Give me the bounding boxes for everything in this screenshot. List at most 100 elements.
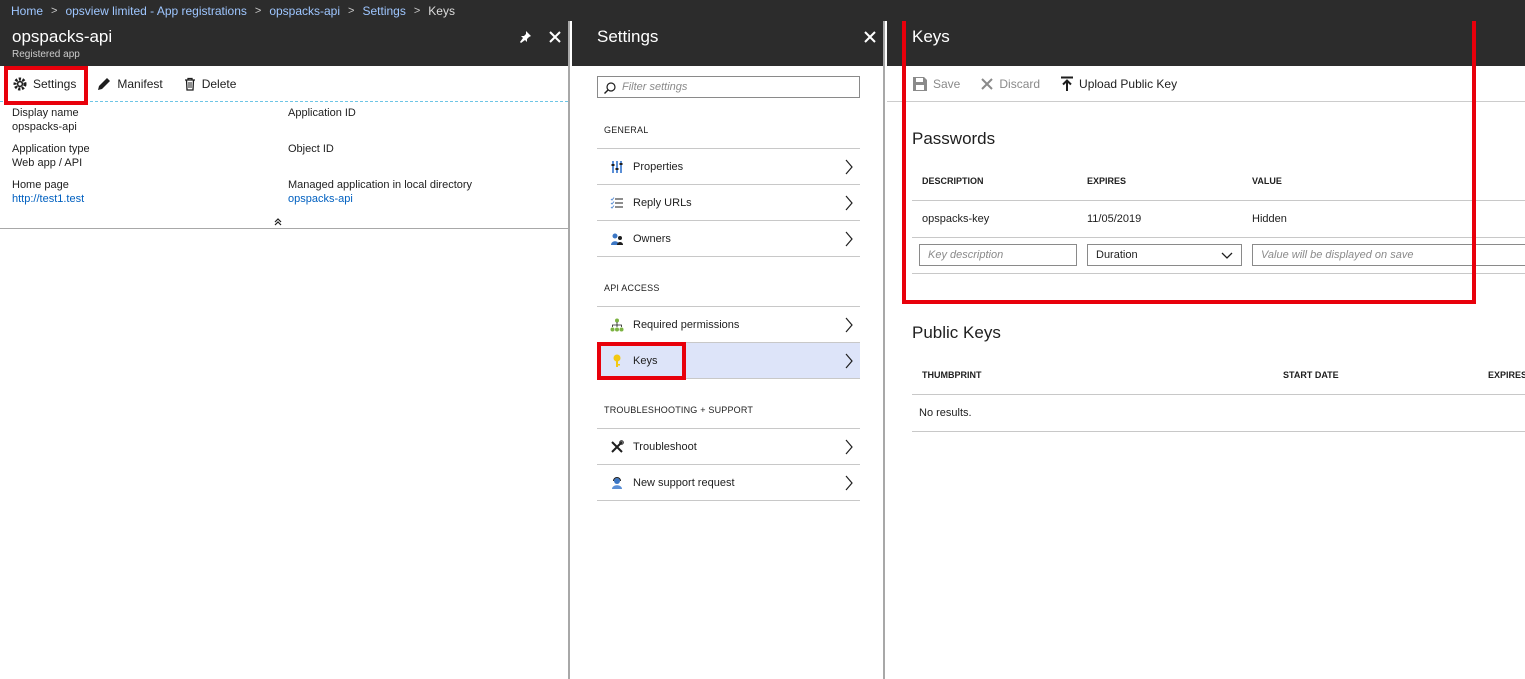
chevron-right-icon <box>844 439 854 458</box>
keys-title: Keys <box>912 27 950 46</box>
sidebar-item-reply-urls[interactable]: Reply URLs <box>597 184 860 220</box>
key-value-placeholder: Value will be displayed on save <box>1261 249 1414 261</box>
breadcrumb-settings[interactable]: Settings <box>362 4 405 18</box>
delete-button-label: Delete <box>201 76 237 91</box>
save-button[interactable]: Save <box>912 76 960 92</box>
managed-app-link[interactable]: opspacks-api <box>288 192 472 206</box>
filter-settings-input[interactable]: Filter settings <box>597 76 860 98</box>
key-value-input[interactable]: Value will be displayed on save <box>1252 244 1525 266</box>
app-id-field: Application ID <box>288 106 356 120</box>
settings-blade-header: Settings <box>572 21 883 66</box>
display-name-field: Display name opspacks-api <box>12 106 79 134</box>
passwords-title: Passwords <box>912 129 996 148</box>
section-troubleshooting: TROUBLESHOOTING + SUPPORT <box>604 405 754 415</box>
managed-app-field: Managed application in local directory o… <box>288 178 472 206</box>
divider <box>597 378 860 379</box>
chevron-down-icon <box>1221 251 1233 263</box>
keys-command-bar: Save Discard Upload Public Key <box>887 66 1525 102</box>
delete-button[interactable]: Delete <box>183 76 237 91</box>
column-header-value: VALUE <box>1252 176 1282 186</box>
divider <box>912 237 1525 238</box>
filter-placeholder: Filter settings <box>622 81 688 93</box>
sidebar-item-owners[interactable]: Owners <box>597 220 860 256</box>
settings-button-label: Settings <box>33 76 77 91</box>
column-header-start-date: START DATE <box>1283 370 1339 380</box>
duration-select[interactable]: Duration <box>1087 244 1242 266</box>
key-value-cell: Hidden <box>1252 213 1287 225</box>
app-type-field: Application type Web app / API <box>12 142 90 170</box>
divider <box>912 200 1525 201</box>
upload-icon <box>1061 76 1074 91</box>
settings-blade: Settings Filter settings GENERAL Propert… <box>572 21 885 679</box>
page-subtitle: Registered app <box>12 49 80 60</box>
app-type-label: Application type <box>12 143 90 155</box>
home-page-label: Home page <box>12 179 69 191</box>
divider <box>912 431 1525 432</box>
sidebar-item-keys[interactable]: Keys <box>597 342 860 378</box>
breadcrumb-home[interactable]: Home <box>11 4 43 18</box>
chevron-right-icon <box>844 353 854 372</box>
app-blade: opspacks-api Registered app Settings Man… <box>0 21 570 679</box>
breadcrumb-app[interactable]: opspacks-api <box>269 4 340 18</box>
upload-public-key-button[interactable]: Upload Public Key <box>1060 76 1177 92</box>
manifest-button-label: Manifest <box>117 76 163 91</box>
essentials-panel: Display name opspacks-api Application ty… <box>0 102 568 229</box>
chevron-right-icon: > <box>51 4 58 17</box>
chevron-right-icon <box>844 231 854 250</box>
sidebar-item-label: Troubleshoot <box>633 440 697 453</box>
display-name-value: opspacks-api <box>12 121 77 133</box>
public-keys-title: Public Keys <box>912 323 1001 342</box>
support-person-icon <box>607 476 627 490</box>
column-header-thumbprint: THUMBPRINT <box>922 370 982 380</box>
column-header-expires: EXPIRES <box>1488 370 1525 380</box>
pin-icon[interactable] <box>516 28 534 46</box>
discard-button-label: Discard <box>999 76 1041 91</box>
home-page-field: Home page http://test1.test <box>12 178 84 206</box>
close-icon <box>981 77 994 90</box>
users-icon <box>607 232 627 246</box>
collapse-essentials-icon[interactable] <box>273 217 283 230</box>
manifest-button[interactable]: Manifest <box>96 76 163 92</box>
sidebar-item-required-permissions[interactable]: Required permissions <box>597 306 860 342</box>
key-expires-cell: 11/05/2019 <box>1087 213 1142 225</box>
app-id-label: Application ID <box>288 107 356 119</box>
save-button-label: Save <box>933 76 961 91</box>
close-icon[interactable] <box>546 28 564 46</box>
sidebar-item-new-support-request[interactable]: New support request <box>597 464 860 500</box>
sidebar-item-troubleshoot[interactable]: Troubleshoot <box>597 428 860 464</box>
sidebar-item-label: Owners <box>633 232 671 245</box>
breadcrumb-app-registrations[interactable]: opsview limited - App registrations <box>65 4 246 18</box>
display-name-label: Display name <box>12 107 79 119</box>
section-api-access: API ACCESS <box>604 283 660 293</box>
app-command-bar: Settings Manifest Delete <box>0 66 568 102</box>
home-page-link[interactable]: http://test1.test <box>12 192 84 206</box>
settings-button[interactable]: Settings <box>12 76 76 92</box>
hierarchy-icon <box>607 318 627 332</box>
section-general: GENERAL <box>604 125 649 135</box>
divider <box>912 273 1525 274</box>
close-icon[interactable] <box>861 28 879 46</box>
sidebar-item-properties[interactable]: Properties <box>597 148 860 184</box>
search-icon <box>604 82 616 94</box>
empty-state-text: No results. <box>919 407 972 419</box>
upload-button-label: Upload Public Key <box>1079 76 1178 91</box>
tools-icon <box>607 439 627 454</box>
sidebar-item-label: New support request <box>633 476 735 489</box>
page-title: opspacks-api <box>12 27 113 46</box>
app-type-value: Web app / API <box>12 157 83 169</box>
column-header-expires: EXPIRES <box>1087 176 1127 186</box>
settings-title: Settings <box>597 27 659 46</box>
key-description-input[interactable]: Key description <box>919 244 1077 266</box>
divider <box>597 500 860 501</box>
discard-button[interactable]: Discard <box>980 77 1040 91</box>
divider <box>912 394 1525 395</box>
properties-icon <box>607 160 627 174</box>
chevron-right-icon <box>844 475 854 494</box>
keys-blade: Keys Save Discard Upload Public Key Pass… <box>887 21 1525 679</box>
pencil-icon <box>98 77 111 90</box>
chevron-right-icon: > <box>348 4 355 17</box>
key-description-cell: opspacks-key <box>922 213 990 225</box>
chevron-right-icon: > <box>254 4 262 17</box>
duration-value: Duration <box>1096 249 1138 261</box>
chevron-right-icon <box>844 195 854 214</box>
